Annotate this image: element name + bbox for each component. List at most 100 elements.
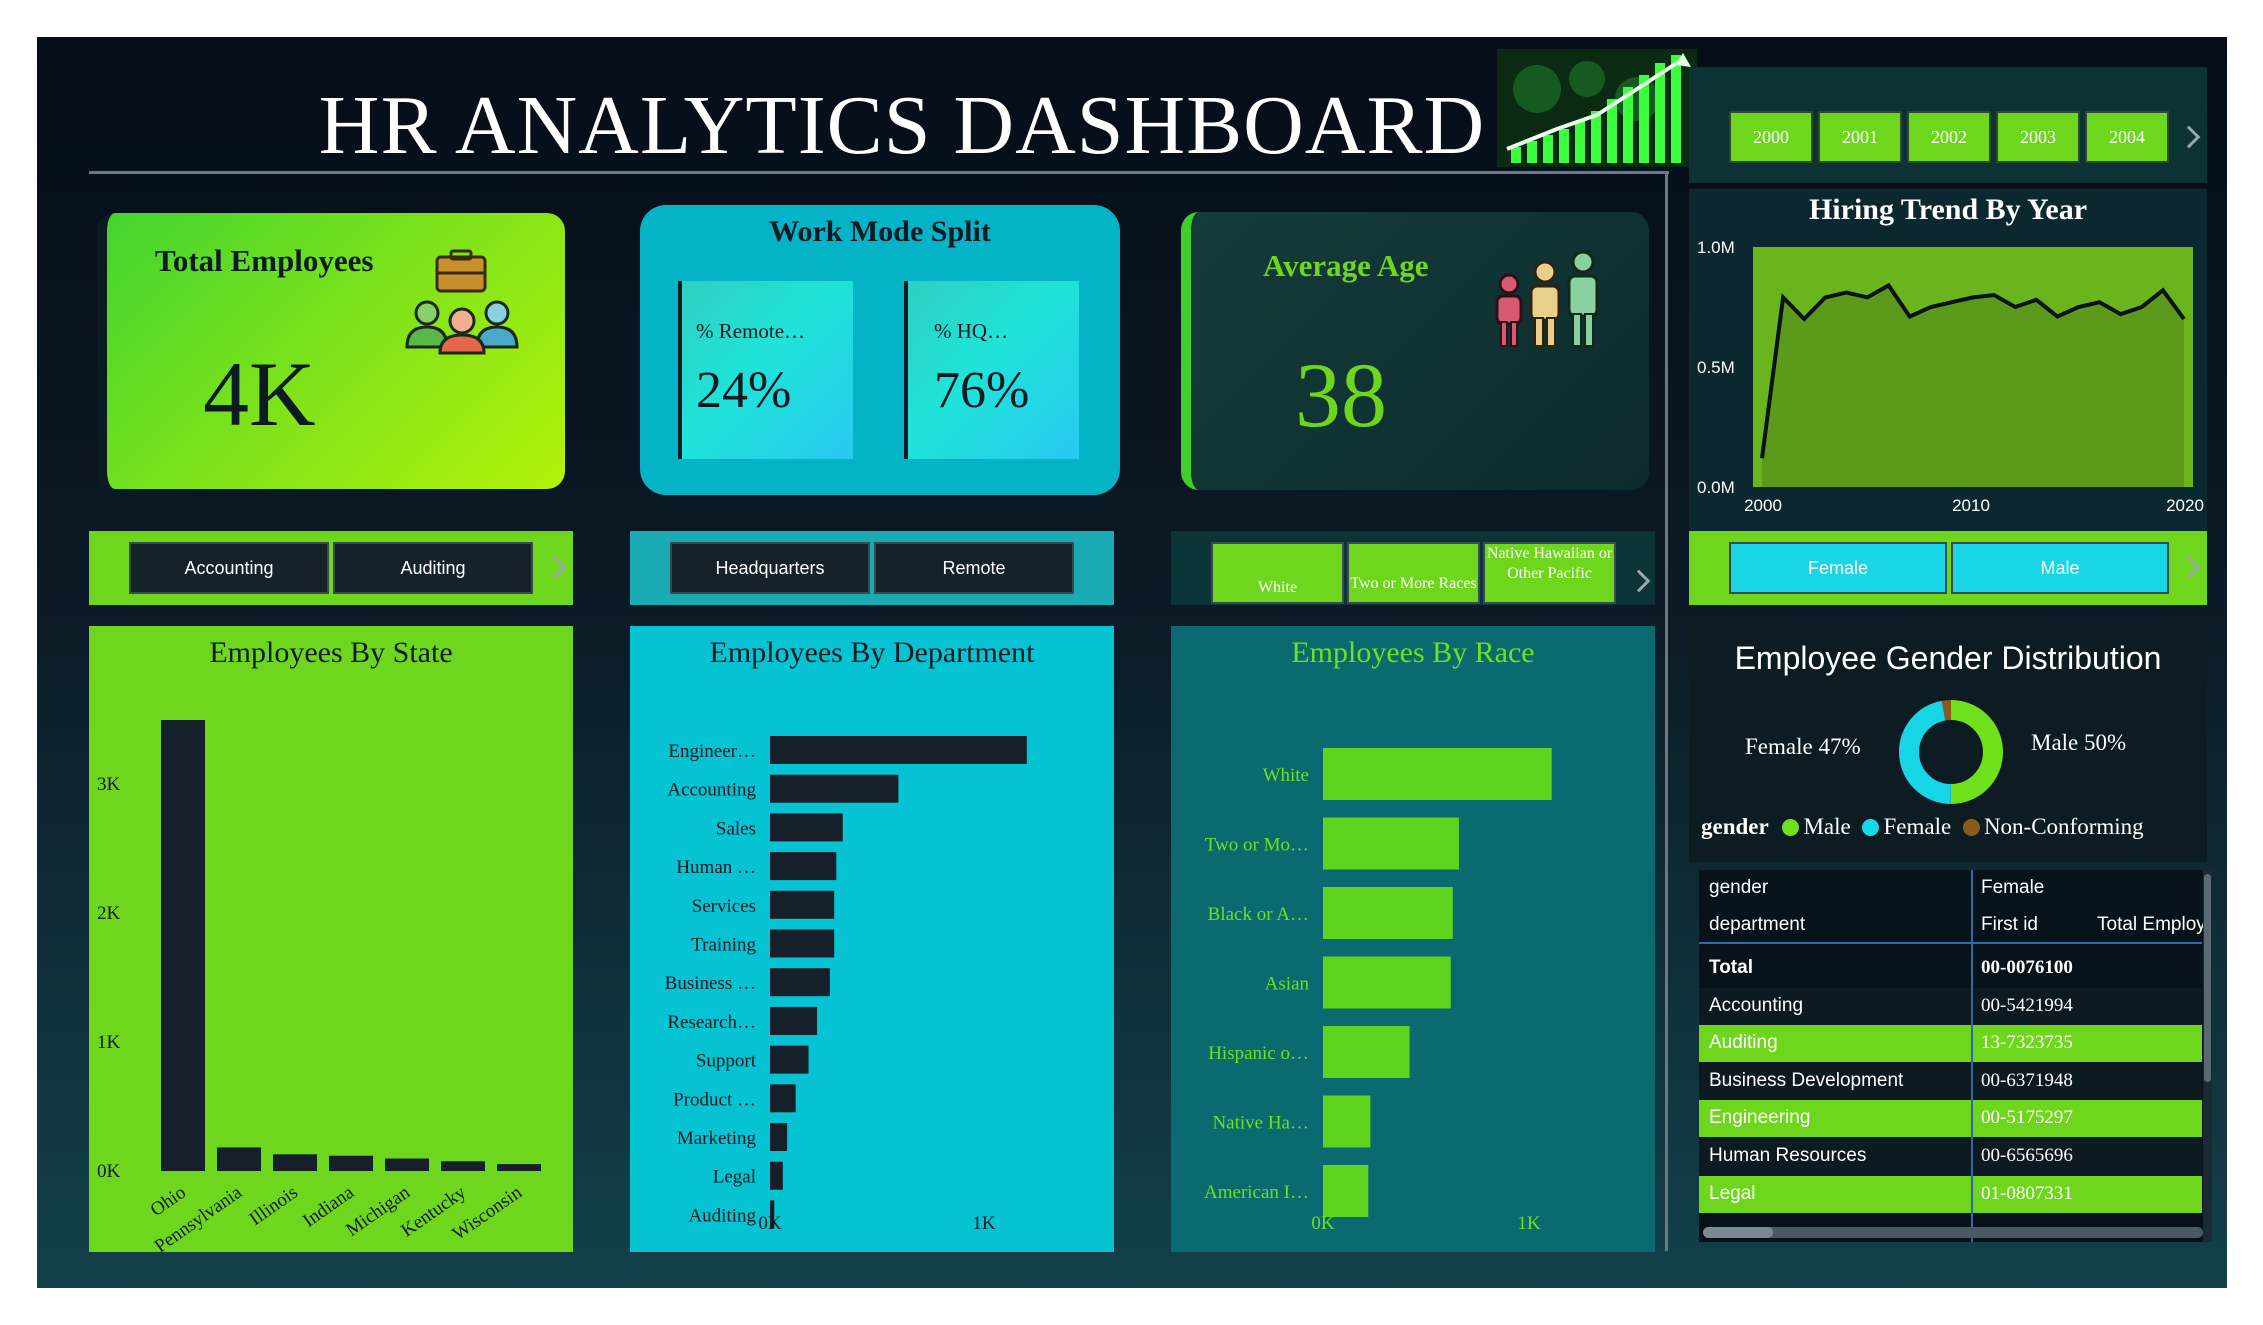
slicer-option-two-or-more[interactable]: Two or More Races xyxy=(1347,542,1480,604)
hq-share-label: % HQ… xyxy=(934,319,1009,343)
x-tick-label: 0K xyxy=(1311,1213,1335,1234)
average-age-value: 38 xyxy=(1295,344,1387,446)
state-label: Illinois xyxy=(246,1182,302,1230)
category-label: Sales xyxy=(716,818,756,839)
total-employees-label: Total Employees xyxy=(155,243,374,278)
hiring-trend-panel: Hiring Trend By Year 0.0M 0.5M 1.0M 2000 201… xyxy=(1689,189,2207,533)
table-row[interactable]: Engineering 00-5175297 xyxy=(1699,1100,2202,1138)
state-label: Ohio xyxy=(147,1182,190,1221)
gender-chart-title: Employee Gender Distribution xyxy=(1734,640,2162,676)
vertical-divider xyxy=(1665,171,1668,1251)
category-bar xyxy=(770,890,835,919)
first-id-cell: 00-5175297 xyxy=(1981,1107,2073,1129)
legend-item-female: Female xyxy=(1862,814,1951,839)
race-bar-chart: White Two or Mo… Black or A… Asian Hispanic … xyxy=(1204,748,1552,1234)
x-tick-label: 2020 xyxy=(2166,496,2204,515)
chevron-right-icon[interactable] xyxy=(2177,125,2201,149)
category-bar xyxy=(770,774,899,803)
year-button[interactable]: 2004 xyxy=(2085,111,2169,163)
category-bar xyxy=(1323,1026,1410,1078)
category-bar xyxy=(770,1123,788,1151)
table-row[interactable]: Total 00-0076100 xyxy=(1699,950,2202,987)
category-label: Business … xyxy=(665,973,756,994)
slicer-option-white[interactable]: White xyxy=(1211,542,1344,604)
department-bar-chart: Engineer… Accounting Sales Human … Services T… xyxy=(665,736,1027,1234)
slicer-option-accounting[interactable]: Accounting xyxy=(129,542,329,594)
y-tick-label: 0K xyxy=(97,1161,121,1182)
age-groups-icon xyxy=(1495,250,1599,347)
slicer-option-headquarters[interactable]: Headquarters xyxy=(670,542,870,594)
year-slicer: 2000 2001 2002 2003 2004 xyxy=(1689,67,2207,183)
table-header-row: gender Female xyxy=(1699,870,2202,907)
vertical-scrollbar[interactable] xyxy=(2203,870,2212,1242)
team-icon xyxy=(405,249,519,355)
chevron-right-icon[interactable] xyxy=(2177,555,2201,579)
category-bar xyxy=(1323,956,1451,1009)
state-bar xyxy=(329,1155,373,1171)
title-divider xyxy=(89,171,1669,174)
employees-by-state-panel: Employees By State 0K 1K 2K 3K Ohio Pennsylva… xyxy=(89,626,573,1252)
table-row[interactable]: Auditing 13-7323735 xyxy=(1699,1025,2202,1063)
state-bar xyxy=(385,1158,429,1171)
growth-chart-icon xyxy=(1497,49,1697,167)
category-label: Two or Mo… xyxy=(1205,835,1309,856)
slicer-option-remote[interactable]: Remote xyxy=(874,542,1074,594)
category-label: White xyxy=(1263,765,1309,786)
y-tick-label: 1K xyxy=(97,1032,121,1053)
y-tick-label: 1.0M xyxy=(1697,238,1735,257)
category-label: Product … xyxy=(673,1089,756,1110)
category-label: Asian xyxy=(1265,974,1310,995)
slicer-option-auditing[interactable]: Auditing xyxy=(333,542,533,594)
category-bar xyxy=(1323,1165,1369,1217)
column-header[interactable]: Total Employ xyxy=(2097,914,2206,936)
horizontal-scrollbar[interactable] xyxy=(1703,1227,2203,1238)
category-bar xyxy=(770,1006,818,1035)
chevron-right-icon[interactable] xyxy=(543,555,567,579)
slicer-option-female[interactable]: Female xyxy=(1729,542,1947,594)
legend-title: gender xyxy=(1701,814,1769,839)
table-row[interactable]: Accounting 00-5421994 xyxy=(1699,987,2202,1025)
employees-by-race-panel: Employees By Race White Two or Mo… Black o… xyxy=(1171,626,1655,1252)
category-label: Research… xyxy=(667,1012,756,1033)
employees-by-department-panel: Employees By Department Engineer… Account… xyxy=(630,626,1114,1252)
state-bar-chart: 0K1K2K3KOhioPennsylvania IllinoisIndianaM… xyxy=(97,720,541,1252)
column-header[interactable]: First id xyxy=(1981,914,2038,936)
year-button[interactable]: 2001 xyxy=(1818,111,1902,163)
table-row[interactable]: Human Resources 00-6565696 xyxy=(1699,1138,2202,1175)
work-mode-card: Work Mode Split % Remote… 24% % HQ… 76% xyxy=(640,205,1120,495)
table-row[interactable]: Business Development 00-6371948 xyxy=(1699,1062,2202,1100)
scrollbar-thumb[interactable] xyxy=(2204,874,2211,1082)
year-button[interactable]: 2000 xyxy=(1729,111,1813,163)
x-tick-label: 1K xyxy=(1517,1213,1541,1234)
table-header-row: department First id Total Employ xyxy=(1699,907,2206,944)
average-age-card: Average Age 38 xyxy=(1181,212,1649,490)
category-bar xyxy=(1323,887,1453,939)
location-slicer: Headquarters Remote xyxy=(630,531,1114,605)
slicer-option-native-hawaiian[interactable]: Native Hawaiian or Other Pacific xyxy=(1483,542,1616,604)
hq-share-card: % HQ… 76% xyxy=(904,281,1079,459)
department-cell: Accounting xyxy=(1709,994,1804,1016)
category-label: Native Ha… xyxy=(1212,1113,1309,1134)
category-bar xyxy=(770,1084,796,1113)
scrollbar-thumb[interactable] xyxy=(1703,1227,1773,1238)
department-cell: Engineering xyxy=(1709,1107,1811,1129)
first-id-cell: 00-6371948 xyxy=(1981,1069,2073,1091)
female-share-label: Female 47% xyxy=(1745,734,1861,759)
category-bar xyxy=(770,813,843,842)
gender-distribution-panel: Employee Gender Distribution Female 47% … xyxy=(1689,626,2207,862)
male-share-label: Male 50% xyxy=(2031,730,2127,755)
column-header[interactable]: department xyxy=(1709,914,1805,936)
year-button[interactable]: 2002 xyxy=(1907,111,1991,163)
chevron-right-icon[interactable] xyxy=(1627,569,1651,593)
year-button[interactable]: 2003 xyxy=(1996,111,2080,163)
slicer-option-male[interactable]: Male xyxy=(1951,542,2169,594)
first-id-cell: 00-6565696 xyxy=(1981,1145,2073,1166)
page-title: HR ANALYTICS DASHBOARD xyxy=(318,79,1486,172)
category-bar xyxy=(770,1045,809,1074)
gender-slicer: Female Male xyxy=(1689,531,2207,605)
legend-item-non-conforming: Non-Conforming xyxy=(1962,814,2144,839)
average-age-label: Average Age xyxy=(1263,248,1429,283)
table-row[interactable]: Legal 01-0807331 xyxy=(1699,1175,2202,1213)
x-tick-label: 2000 xyxy=(1744,496,1782,515)
category-bar xyxy=(1323,817,1459,870)
